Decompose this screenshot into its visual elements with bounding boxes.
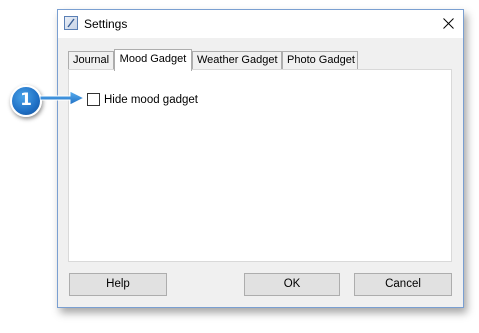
tab-weather-gadget[interactable]: Weather Gadget xyxy=(192,51,282,69)
ok-button[interactable]: OK xyxy=(244,273,340,296)
screenshot-stage: Settings Journal Mood Gadget Weather Gad… xyxy=(0,0,479,333)
step-callout-badge: 1 xyxy=(10,85,42,117)
title-bar[interactable]: Settings xyxy=(58,10,463,38)
mood-gadget-panel: Hide mood gadget xyxy=(68,69,452,262)
callout-arrow-icon xyxy=(40,90,86,106)
window-title: Settings xyxy=(84,17,128,31)
close-icon xyxy=(442,17,454,29)
tab-journal[interactable]: Journal xyxy=(68,51,114,69)
cancel-button[interactable]: Cancel xyxy=(354,273,452,296)
hide-mood-gadget-label[interactable]: Hide mood gadget xyxy=(104,94,198,106)
tab-mood-gadget[interactable]: Mood Gadget xyxy=(114,49,192,71)
tab-photo-gadget[interactable]: Photo Gadget xyxy=(282,51,358,69)
hide-mood-gadget-checkbox[interactable] xyxy=(87,93,100,106)
hide-mood-gadget-option[interactable]: Hide mood gadget xyxy=(87,93,198,106)
settings-app-icon xyxy=(64,16,78,30)
help-button[interactable]: Help xyxy=(69,273,167,296)
close-button[interactable] xyxy=(435,12,461,34)
settings-dialog: Settings Journal Mood Gadget Weather Gad… xyxy=(57,9,464,308)
